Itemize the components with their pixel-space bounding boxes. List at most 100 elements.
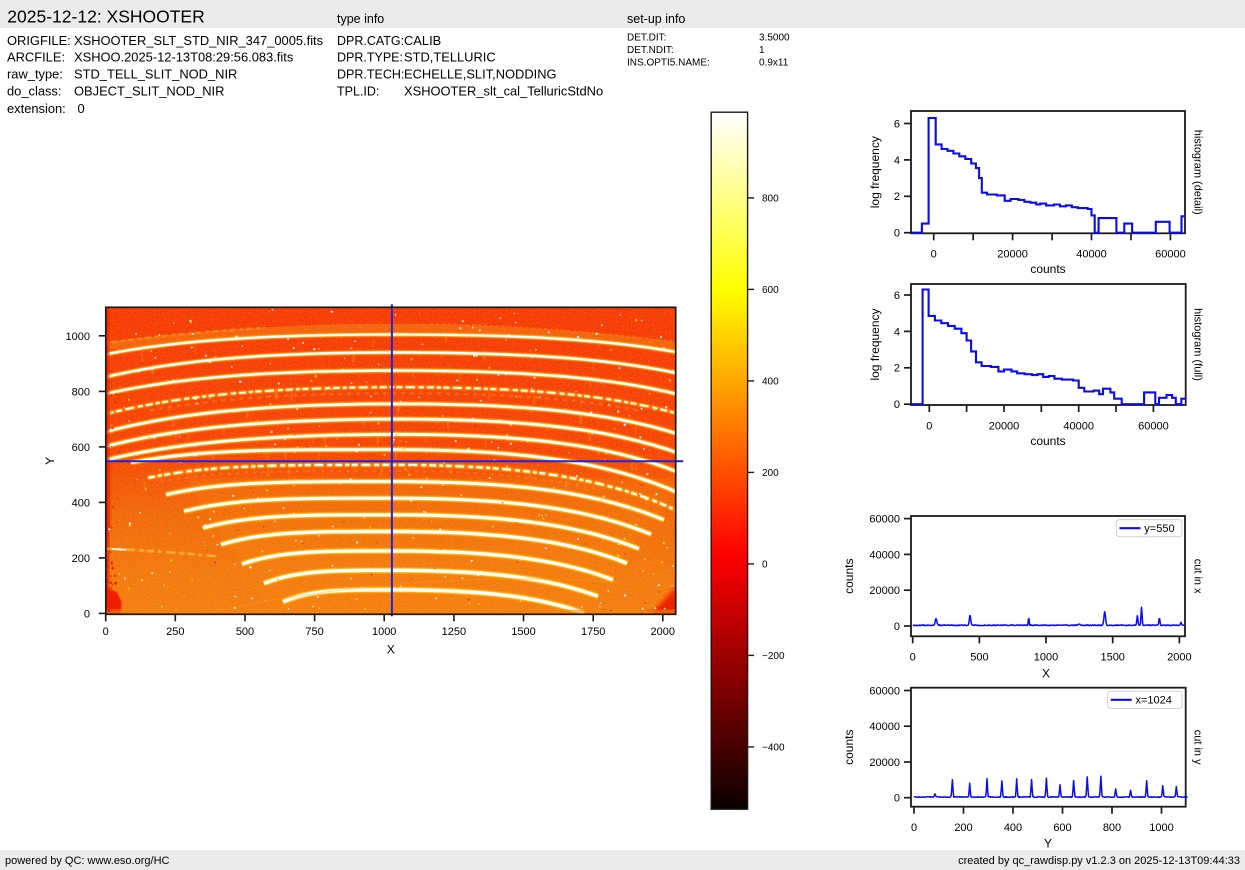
svg-text:type info: type info [337,12,384,26]
svg-text:20000: 20000 [869,585,900,597]
svg-text:800: 800 [762,194,779,205]
svg-text:2: 2 [894,191,900,203]
svg-text:0.9x11: 0.9x11 [759,57,789,68]
svg-text:X: X [1042,667,1050,681]
svg-text:counts: counts [842,559,856,594]
svg-text:400: 400 [72,497,90,509]
svg-text:0: 0 [78,101,85,116]
svg-text:400: 400 [762,377,779,388]
svg-text:OBJECT_SLIT_NOD_NIR: OBJECT_SLIT_NOD_NIR [74,84,224,99]
svg-text:0: 0 [762,560,768,571]
svg-text:40000: 40000 [1063,420,1094,432]
svg-text:set-up info: set-up info [627,12,685,26]
svg-text:800: 800 [72,386,90,398]
svg-text:0: 0 [894,621,900,633]
svg-text:cut in x: cut in x [1192,559,1204,594]
svg-text:20000: 20000 [869,757,900,769]
svg-text:1500: 1500 [511,626,535,638]
svg-text:250: 250 [166,626,184,638]
svg-text:histogram (full): histogram (full) [1192,308,1204,381]
svg-text:1000: 1000 [66,331,90,343]
svg-text:DPR.TECH:: DPR.TECH: [337,67,404,81]
svg-text:counts: counts [1030,434,1065,448]
svg-text:ECHELLE,SLIT,NODDING: ECHELLE,SLIT,NODDING [404,66,557,81]
svg-text:0: 0 [910,652,916,664]
svg-text:y=550: y=550 [1144,523,1174,535]
svg-text:X: X [387,643,395,657]
svg-text:DPR.TYPE:: DPR.TYPE: [337,50,403,64]
svg-text:log frequency: log frequency [868,136,882,208]
svg-text:40000: 40000 [1076,249,1107,261]
svg-text:powered by QC: www.eso.org/HC: powered by QC: www.eso.org/HC [5,855,170,867]
svg-text:1000: 1000 [1034,652,1058,664]
svg-text:0: 0 [894,793,900,805]
svg-text:raw_type:: raw_type: [7,66,63,81]
svg-text:2: 2 [894,363,900,375]
svg-text:60000: 60000 [869,685,900,697]
svg-text:60000: 60000 [1138,420,1169,432]
svg-text:STD_TELL_SLIT_NOD_NIR: STD_TELL_SLIT_NOD_NIR [74,66,237,81]
svg-text:counts: counts [842,730,856,765]
svg-text:1250: 1250 [442,626,466,638]
svg-text:0: 0 [931,249,937,261]
svg-text:−200: −200 [762,651,785,662]
svg-text:TPL.ID:: TPL.ID: [337,85,379,99]
svg-text:0: 0 [911,822,917,834]
svg-text:created by qc_rawdisp.py v1.2.: created by qc_rawdisp.py v1.2.3 on 2025-… [958,855,1240,867]
svg-text:40000: 40000 [869,721,900,733]
svg-text:0: 0 [894,399,900,411]
svg-text:1: 1 [759,45,765,56]
svg-text:do_class:: do_class: [7,84,61,99]
svg-text:x=1024: x=1024 [1136,695,1172,707]
svg-text:6: 6 [894,118,900,130]
svg-text:750: 750 [305,626,323,638]
svg-text:200: 200 [72,553,90,565]
svg-text:XSHOOTER_slt_cal_TelluricStdNo: XSHOOTER_slt_cal_TelluricStdNo [404,84,603,99]
svg-text:Y: Y [1044,837,1052,851]
svg-text:CALIB: CALIB [404,33,441,48]
svg-text:STD,TELLURIC: STD,TELLURIC [404,49,496,64]
svg-text:60000: 60000 [869,514,900,526]
svg-text:600: 600 [762,285,779,296]
svg-text:ARCFILE:: ARCFILE: [7,49,65,64]
svg-text:Y: Y [43,457,57,465]
svg-text:DET.NDIT:: DET.NDIT: [627,45,674,56]
svg-text:XSHOOTER_SLT_STD_NIR_347_0005.: XSHOOTER_SLT_STD_NIR_347_0005.fits [74,33,323,48]
svg-text:200: 200 [954,822,972,834]
svg-text:600: 600 [72,442,90,454]
svg-text:500: 500 [970,652,988,664]
svg-text:400: 400 [1004,822,1022,834]
svg-text:40000: 40000 [869,549,900,561]
svg-text:0: 0 [894,228,900,240]
svg-text:cut in y: cut in y [1192,730,1204,765]
svg-text:20000: 20000 [989,420,1020,432]
svg-text:XSHOO.2025-12-13T08:29:56.083.: XSHOO.2025-12-13T08:29:56.083.fits [74,49,293,64]
svg-text:60000: 60000 [1155,249,1186,261]
svg-text:4: 4 [894,326,900,338]
svg-text:ORIGFILE:: ORIGFILE: [7,33,71,48]
svg-text:log frequency: log frequency [868,308,882,380]
svg-text:1750: 1750 [581,626,605,638]
svg-text:2000: 2000 [1167,652,1191,664]
svg-text:DET.DIT:: DET.DIT: [627,32,666,43]
svg-text:0: 0 [103,626,109,638]
svg-text:800: 800 [1103,822,1121,834]
svg-text:1500: 1500 [1100,652,1124,664]
svg-text:histogram (detail): histogram (detail) [1192,130,1204,215]
svg-text:extension:: extension: [7,101,66,116]
svg-text:2025-12-12: XSHOOTER: 2025-12-12: XSHOOTER [7,7,204,27]
svg-text:3.5000: 3.5000 [759,32,790,43]
svg-text:−400: −400 [762,743,785,754]
svg-text:2000: 2000 [651,626,675,638]
svg-text:1000: 1000 [1149,822,1173,834]
svg-text:0: 0 [84,608,90,620]
svg-text:600: 600 [1053,822,1071,834]
svg-text:1000: 1000 [372,626,396,638]
svg-text:500: 500 [236,626,254,638]
svg-text:0: 0 [926,420,932,432]
svg-text:200: 200 [762,468,779,479]
svg-text:20000: 20000 [997,249,1028,261]
svg-text:DPR.CATG:: DPR.CATG: [337,34,404,48]
svg-text:INS.OPTI5.NAME:: INS.OPTI5.NAME: [627,57,710,68]
svg-text:6: 6 [894,290,900,302]
